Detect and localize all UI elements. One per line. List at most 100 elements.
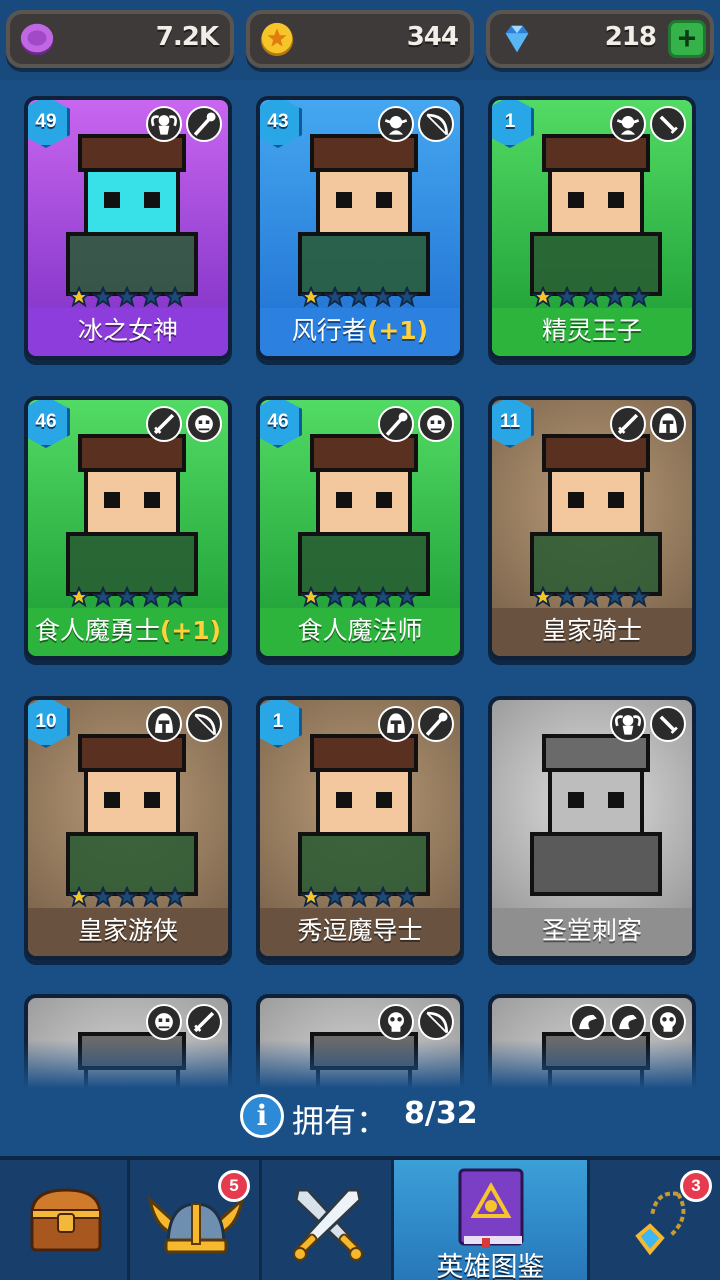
hero-class-badges	[378, 106, 454, 142]
hero-name-bar: 精灵王子	[492, 308, 692, 356]
star-icon	[348, 286, 370, 308]
hero-name-bar: 食人魔法师	[260, 608, 460, 656]
helmet-icon	[650, 406, 686, 442]
hero-class-badges	[378, 706, 454, 742]
gem-value: 218	[604, 22, 657, 52]
dragon-icon	[570, 1004, 606, 1040]
skull-icon	[378, 1004, 414, 1040]
star-icon	[580, 286, 602, 308]
hero-card[interactable]: 1 精灵王子	[488, 96, 696, 360]
hero-name-bar: 食人魔勇士(+1)	[28, 608, 228, 656]
hero-name: 食人魔法师	[297, 616, 423, 645]
hero-name: 秀逗魔导士	[297, 916, 423, 945]
owned-count: 8/32	[404, 1096, 478, 1131]
star-icon	[580, 586, 602, 608]
hero-star-rating	[532, 286, 650, 308]
helmet-icon	[378, 706, 414, 742]
bow-icon	[418, 1004, 454, 1040]
star-icon	[164, 886, 186, 908]
tab-equipment[interactable]: 3	[590, 1160, 720, 1280]
hero-book-icon	[458, 1168, 524, 1248]
resource-bar: 7.2K 344 218 +	[0, 0, 720, 80]
star-icon	[628, 586, 650, 608]
hero-card[interactable]: 圣堂刺客	[488, 696, 696, 960]
tab-hero-codex[interactable]: 英雄图鉴	[394, 1160, 590, 1280]
hero-name: 圣堂刺客	[541, 916, 642, 945]
star-icon	[348, 886, 370, 908]
hero-bonus: (+1)	[159, 616, 222, 645]
star-icon	[396, 586, 418, 608]
star-icon	[372, 286, 394, 308]
hero-class-badges	[146, 406, 222, 442]
star-icon	[300, 886, 322, 908]
star-icon	[324, 886, 346, 908]
star-icon	[140, 286, 162, 308]
star-icon	[68, 886, 90, 908]
sword-icon	[186, 1004, 222, 1040]
hero-card[interactable]: 11 皇家骑士	[488, 396, 696, 660]
tab-battle[interactable]	[262, 1160, 394, 1280]
star-icon	[556, 286, 578, 308]
hero-bonus: (+1)	[366, 316, 429, 345]
bow-icon	[186, 706, 222, 742]
hero-star-rating	[68, 886, 186, 908]
star-icon	[628, 286, 650, 308]
hero-name: 风行者	[291, 316, 367, 345]
hero-star-rating	[300, 586, 418, 608]
star-icon	[396, 886, 418, 908]
hero-name: 冰之女神	[77, 316, 178, 345]
add-gems-button[interactable]: +	[668, 20, 706, 58]
star-icon	[300, 586, 322, 608]
hero-name: 精灵王子	[541, 316, 642, 345]
hero-card[interactable]: 1 秀逗魔导士	[256, 696, 464, 960]
owned-summary: i 拥有： 8/32	[0, 1088, 720, 1156]
gold-coin-icon	[260, 22, 294, 57]
info-icon[interactable]: i	[240, 1094, 284, 1138]
star-icon	[140, 586, 162, 608]
hero-star-rating	[68, 586, 186, 608]
hero-class-badges	[378, 1004, 454, 1040]
hero-star-rating	[68, 286, 186, 308]
tab-shop[interactable]	[0, 1160, 130, 1280]
star-icon	[164, 286, 186, 308]
star-icon	[324, 586, 346, 608]
staff-icon	[418, 706, 454, 742]
star-icon	[348, 586, 370, 608]
star-icon	[324, 286, 346, 308]
gold-counter: 344	[246, 10, 474, 68]
hero-star-rating	[532, 586, 650, 608]
plus-icon: +	[677, 20, 697, 56]
grid-fade	[0, 1040, 720, 1088]
hero-card[interactable]: 43 风行者(+1)	[256, 96, 464, 360]
hero-grid: 49 冰之女神 43 风行者(+1) 1 精灵王子 46 食人魔勇士(+1) 46 食人魔法师 11…	[0, 80, 720, 1088]
gem-icon	[505, 25, 529, 53]
hero-card[interactable]: 46 食人魔法师	[256, 396, 464, 660]
hero-name-bar: 冰之女神	[28, 308, 228, 356]
hero-name: 食人魔勇士	[34, 616, 160, 645]
hero-class-badges	[610, 406, 686, 442]
star-icon	[396, 286, 418, 308]
hero-card[interactable]: 10 皇家游侠	[24, 696, 232, 960]
star-icon	[92, 286, 114, 308]
star-icon	[92, 586, 114, 608]
hero-name-bar: 皇家骑士	[492, 608, 692, 656]
hero-name-bar: 圣堂刺客	[492, 908, 692, 956]
star-icon	[140, 886, 162, 908]
equipment-notification-badge: 3	[680, 1170, 712, 1202]
star-icon	[116, 886, 138, 908]
hero-class-badges	[610, 106, 686, 142]
hero-card[interactable]: 46 食人魔勇士(+1)	[24, 396, 232, 660]
star-icon	[556, 586, 578, 608]
elixir-value: 7.2K	[155, 22, 219, 52]
sword-icon	[146, 406, 182, 442]
star-icon	[532, 286, 554, 308]
star-icon	[300, 286, 322, 308]
ogre-icon	[418, 406, 454, 442]
purple-coin-icon	[20, 23, 54, 56]
tab-heroes[interactable]: 5	[130, 1160, 262, 1280]
hero-card[interactable]: 49 冰之女神	[24, 96, 232, 360]
crossed-swords-icon	[293, 1188, 363, 1261]
bottom-nav: 5 英雄图鉴 3	[0, 1156, 720, 1280]
skull-icon	[650, 1004, 686, 1040]
hero-class-badges	[146, 106, 222, 142]
